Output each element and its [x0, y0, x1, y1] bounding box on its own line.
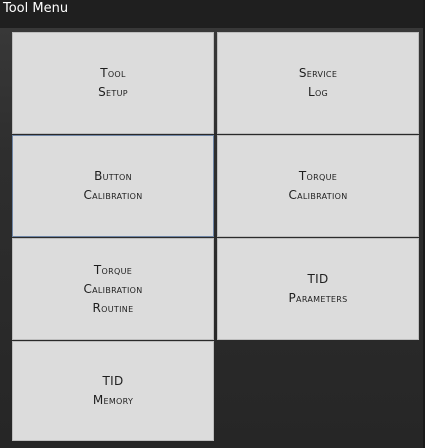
tid-memory-label-line1: TID	[102, 374, 124, 388]
service-log-label-line1: Service	[298, 66, 338, 80]
torque-calibration-routine-label-line1: Torque	[93, 262, 133, 277]
button-calibration-label-line1: Button	[94, 169, 132, 183]
tid-parameters-label-line2: Parameters	[288, 291, 348, 305]
service-log-label-line2: Log	[307, 85, 329, 99]
torque-calibration-label-line2: Calibration	[288, 188, 348, 202]
button-calibration-button[interactable]: Button Calibration	[12, 135, 214, 237]
tid-memory-button[interactable]: TID Memory	[12, 341, 214, 441]
window-title: Tool Menu	[0, 0, 423, 28]
torque-calibration-routine-label-line3: Routine	[92, 300, 134, 315]
torque-calibration-label-line1: Torque	[298, 169, 338, 183]
tool-menu-window: Tool Menu Tool Setup Service Log Button …	[0, 0, 425, 448]
button-calibration-label-line2: Calibration	[83, 188, 143, 202]
torque-calibration-routine-button[interactable]: Torque Calibration Routine	[12, 238, 214, 340]
tool-setup-button[interactable]: Tool Setup	[12, 32, 214, 134]
menu-grid: Tool Setup Service Log Button Calibratio…	[11, 31, 419, 441]
torque-calibration-routine-label-line2: Calibration	[83, 281, 143, 296]
tool-setup-label-line1: Tool	[100, 66, 126, 80]
tid-parameters-button[interactable]: TID Parameters	[217, 238, 419, 340]
service-log-button[interactable]: Service Log	[217, 32, 419, 134]
tid-parameters-label-line1: TID	[307, 272, 329, 286]
tool-setup-label-line2: Setup	[98, 85, 128, 99]
torque-calibration-button[interactable]: Torque Calibration	[217, 135, 419, 237]
tid-memory-label-line2: Memory	[92, 393, 134, 407]
